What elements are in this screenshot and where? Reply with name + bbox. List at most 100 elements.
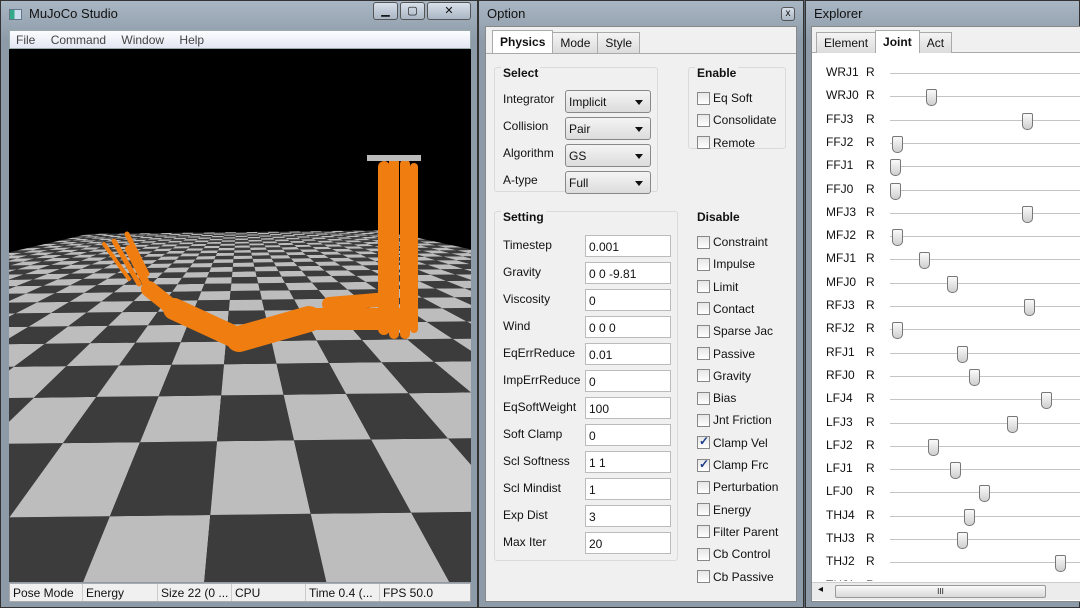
- slider-thumb[interactable]: [1021, 112, 1033, 130]
- slider-thumb[interactable]: [1024, 299, 1036, 316]
- slider-thumb[interactable]: [949, 462, 961, 480]
- checkbox-box[interactable]: [697, 136, 710, 150]
- slider-thumb[interactable]: [1055, 555, 1067, 573]
- joint-slider[interactable]: [890, 275, 1080, 293]
- checkbox-eq-soft[interactable]: Eq Soft: [697, 91, 752, 105]
- checkbox-box[interactable]: [697, 235, 710, 249]
- checkbox-clamp-frc[interactable]: Clamp Frc: [697, 457, 768, 472]
- menu-help[interactable]: Help: [173, 31, 204, 47]
- checkbox-box[interactable]: [697, 113, 710, 127]
- checkbox-energy[interactable]: Energy: [697, 503, 751, 517]
- checkbox-box[interactable]: [697, 547, 710, 561]
- setting-input[interactable]: 0 0 0: [585, 316, 671, 338]
- joint-slider[interactable]: [890, 322, 1080, 340]
- slider-thumb[interactable]: [925, 89, 937, 107]
- slider-thumb[interactable]: [892, 322, 904, 340]
- slider-thumb[interactable]: [964, 508, 976, 526]
- joint-slider[interactable]: [890, 89, 1080, 107]
- checkbox-box[interactable]: [697, 457, 710, 472]
- tab-act[interactable]: Act: [918, 32, 953, 53]
- joint-slider[interactable]: [890, 368, 1080, 386]
- tab-style[interactable]: Style: [597, 32, 641, 53]
- slider-thumb[interactable]: [1021, 205, 1033, 223]
- checkbox-limit[interactable]: Limit: [697, 280, 738, 294]
- setting-input[interactable]: 0: [585, 370, 671, 392]
- joint-slider[interactable]: [890, 112, 1080, 130]
- checkbox-box[interactable]: [697, 369, 710, 383]
- checkbox-filter-parent[interactable]: Filter Parent: [697, 525, 778, 539]
- checkbox-box[interactable]: [697, 525, 710, 539]
- slider-thumb[interactable]: [957, 532, 968, 549]
- checkbox-cb-passive[interactable]: Cb Passive: [697, 570, 774, 584]
- checkbox-box[interactable]: [697, 302, 710, 316]
- slider-thumb[interactable]: [969, 368, 980, 386]
- checkbox-cb-control[interactable]: Cb Control: [697, 547, 770, 561]
- tab-physics[interactable]: Physics: [492, 30, 554, 53]
- checkbox-box[interactable]: [697, 570, 710, 583]
- joint-slider[interactable]: [890, 555, 1080, 573]
- checkbox-consolidate[interactable]: Consolidate: [697, 113, 776, 127]
- setting-input[interactable]: 0.01: [585, 343, 671, 365]
- select-dropdown[interactable]: Pair: [565, 117, 651, 140]
- joint-slider[interactable]: [890, 73, 1080, 75]
- checkbox-box[interactable]: [697, 391, 710, 405]
- joint-slider[interactable]: [889, 159, 1080, 177]
- menu-command[interactable]: Command: [45, 31, 106, 47]
- slider-thumb[interactable]: [928, 438, 940, 456]
- slider-thumb[interactable]: [978, 485, 990, 503]
- setting-input[interactable]: 100: [585, 397, 671, 419]
- joint-slider[interactable]: [890, 299, 1080, 316]
- joint-slider[interactable]: [889, 182, 1080, 200]
- joint-slider[interactable]: [890, 345, 1080, 363]
- checkbox-bias[interactable]: Bias: [697, 391, 736, 405]
- joint-slider[interactable]: [890, 229, 1080, 247]
- checkbox-box[interactable]: [697, 503, 710, 517]
- checkbox-clamp-vel[interactable]: Clamp Vel: [697, 434, 768, 450]
- minimize-button[interactable]: ▁: [373, 2, 398, 20]
- joint-slider[interactable]: [890, 135, 1080, 153]
- checkbox-jnt-friction[interactable]: Jnt Friction: [697, 413, 772, 427]
- horizontal-scrollbar[interactable]: ◂ III: [812, 582, 1080, 600]
- setting-input[interactable]: 0: [585, 289, 671, 311]
- checkbox-perturbation[interactable]: Perturbation: [697, 480, 778, 494]
- setting-input[interactable]: 0: [585, 424, 671, 446]
- checkbox-passive[interactable]: Passive: [697, 347, 755, 361]
- setting-input[interactable]: 0.001: [585, 235, 671, 257]
- close-button[interactable]: ✕: [427, 2, 471, 20]
- slider-thumb[interactable]: [1007, 415, 1019, 433]
- slider-thumb[interactable]: [892, 229, 904, 247]
- menu-file[interactable]: File: [10, 31, 35, 47]
- select-dropdown[interactable]: Implicit: [565, 90, 651, 113]
- select-dropdown[interactable]: GS: [565, 144, 651, 167]
- joint-slider[interactable]: [890, 415, 1080, 433]
- checkbox-sparse-jac[interactable]: Sparse Jac: [697, 324, 773, 338]
- setting-input[interactable]: 20: [585, 532, 671, 554]
- slider-thumb[interactable]: [957, 345, 968, 363]
- joint-slider[interactable]: [890, 485, 1080, 503]
- maximize-button[interactable]: ▢: [400, 2, 425, 20]
- checkbox-remote[interactable]: Remote: [697, 136, 755, 150]
- tab-mode[interactable]: Mode: [552, 32, 599, 53]
- menu-window[interactable]: Window: [115, 31, 164, 47]
- select-dropdown[interactable]: Full: [565, 171, 651, 194]
- slider-thumb[interactable]: [892, 135, 904, 153]
- joint-slider[interactable]: [890, 205, 1080, 223]
- checkbox-box[interactable]: [697, 413, 710, 427]
- scroll-left-arrow[interactable]: ◂: [818, 584, 823, 595]
- 3d-viewport[interactable]: [9, 49, 471, 582]
- checkbox-box[interactable]: [697, 347, 710, 360]
- checkbox-box[interactable]: [697, 257, 710, 271]
- checkbox-constraint[interactable]: Constraint: [697, 235, 768, 249]
- scroll-thumb[interactable]: III: [835, 585, 1046, 598]
- joint-slider[interactable]: [890, 252, 1080, 270]
- setting-input[interactable]: 1: [585, 478, 671, 500]
- tab-joint[interactable]: Joint: [875, 30, 920, 53]
- slider-thumb[interactable]: [947, 275, 959, 293]
- slider-thumb[interactable]: [889, 159, 901, 177]
- joint-slider[interactable]: [890, 392, 1080, 410]
- joint-slider[interactable]: [890, 438, 1080, 456]
- checkbox-contact[interactable]: Contact: [697, 302, 754, 316]
- slider-thumb[interactable]: [918, 252, 930, 270]
- checkbox-box[interactable]: [697, 480, 710, 494]
- checkbox-box[interactable]: [697, 280, 710, 294]
